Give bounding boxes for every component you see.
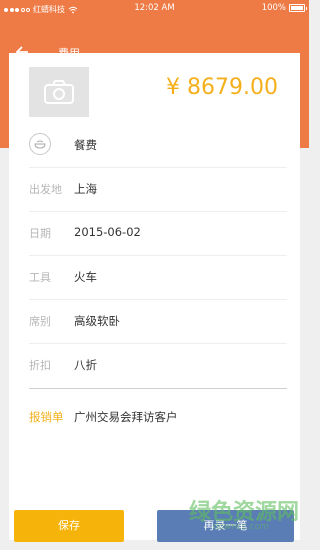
transport-label: 工具: [29, 271, 51, 284]
date-row[interactable]: 日期 2015-06-02: [29, 211, 287, 256]
battery-icon: [289, 4, 307, 12]
status-bar: 红蜻科技 12:02 AM 100%: [0, 0, 309, 18]
seat-label: 席别: [29, 315, 51, 328]
report-label: 报销单: [29, 410, 64, 424]
discount-value: 八折: [74, 358, 97, 372]
save-button[interactable]: 保存: [14, 510, 124, 542]
meal-icon: [29, 133, 51, 155]
expense-card: ¥ 8679.00 餐费 出发地 上海 日期 2015-06-02 工具 火车 …: [9, 53, 300, 540]
discount-row[interactable]: 折扣 八折: [29, 343, 287, 387]
divider: [29, 388, 287, 389]
seat-row[interactable]: 席别 高级软卧: [29, 299, 287, 344]
departure-row[interactable]: 出发地 上海: [29, 167, 287, 212]
category-value: 餐费: [74, 138, 97, 152]
departure-label: 出发地: [29, 183, 62, 196]
departure-value: 上海: [74, 182, 97, 196]
battery-percent: 100%: [261, 3, 286, 13]
date-value: 2015-06-02: [74, 225, 141, 239]
transport-value: 火车: [74, 270, 97, 284]
amount-value[interactable]: ¥ 8679.00: [166, 75, 278, 100]
report-value: 广州交易会拜访客户: [74, 410, 178, 424]
date-label: 日期: [29, 227, 51, 240]
camera-icon: [44, 80, 74, 104]
photo-upload[interactable]: [29, 67, 89, 117]
watermark-url: downcc.com: [212, 522, 269, 532]
seat-value: 高级软卧: [74, 314, 120, 328]
transport-row[interactable]: 工具 火车: [29, 255, 287, 300]
category-row[interactable]: 餐费: [29, 123, 287, 168]
discount-label: 折扣: [29, 359, 51, 372]
